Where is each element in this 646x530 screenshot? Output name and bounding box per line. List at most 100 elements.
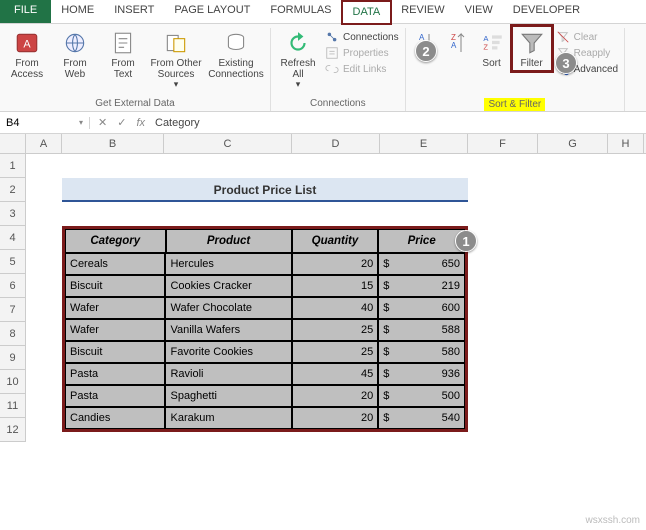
col-header-a[interactable]: A <box>26 134 62 153</box>
cell-category[interactable]: Pasta <box>65 363 165 385</box>
data-table: Category Product Quantity Price Cereals … <box>62 226 468 432</box>
cell-price[interactable]: $540 <box>378 407 465 429</box>
cell-price[interactable]: $936 <box>378 363 465 385</box>
header-product[interactable]: Product <box>166 229 292 253</box>
cell-quantity[interactable]: 45 <box>292 363 379 385</box>
row-header-9[interactable]: 9 <box>0 346 26 370</box>
sort-button[interactable]: AZ Sort <box>476 28 508 69</box>
connections-button[interactable]: Connections <box>325 30 399 44</box>
row-header-6[interactable]: 6 <box>0 274 26 298</box>
cell-quantity[interactable]: 20 <box>292 385 379 407</box>
table-row: Cereals Hercules 20 $650 <box>65 253 465 275</box>
cell-price[interactable]: $600 <box>378 297 465 319</box>
row-header-2[interactable]: 2 <box>0 178 26 202</box>
currency: $ <box>383 390 389 402</box>
row-header-1[interactable]: 1 <box>0 154 26 178</box>
cell-product[interactable]: Spaghetti <box>165 385 291 407</box>
cell-product[interactable]: Vanilla Wafers <box>165 319 291 341</box>
row-header-7[interactable]: 7 <box>0 298 26 322</box>
row-header-4[interactable]: 4 <box>0 226 26 250</box>
tab-data[interactable]: DATA <box>342 1 392 24</box>
fx-icon[interactable]: fx <box>136 117 145 129</box>
svg-text:A: A <box>23 38 31 50</box>
cell-price[interactable]: $650 <box>378 253 465 275</box>
cell-category[interactable]: Wafer <box>65 297 165 319</box>
cell-quantity[interactable]: 25 <box>292 341 379 363</box>
col-header-h[interactable]: H <box>608 134 644 153</box>
cell-quantity[interactable]: 15 <box>292 275 379 297</box>
row-header-8[interactable]: 8 <box>0 322 26 346</box>
cell-price[interactable]: $219 <box>378 275 465 297</box>
cell-product[interactable]: Karakum <box>165 407 291 429</box>
tab-insert[interactable]: INSERT <box>104 0 164 23</box>
sort-za-button[interactable]: ZA <box>444 28 470 62</box>
filter-button[interactable]: Filter <box>514 28 550 69</box>
from-access-button[interactable]: A From Access <box>6 28 48 80</box>
cell-product[interactable]: Wafer Chocolate <box>165 297 291 319</box>
col-header-f[interactable]: F <box>468 134 538 153</box>
cell-category[interactable]: Wafer <box>65 319 165 341</box>
tab-developer[interactable]: DEVELOPER <box>503 0 590 23</box>
header-price[interactable]: Price <box>378 229 465 253</box>
header-quantity[interactable]: Quantity <box>292 229 379 253</box>
refresh-all-button[interactable]: Refresh All ▾ <box>277 28 319 90</box>
title-cell[interactable]: Product Price List <box>62 178 468 202</box>
col-header-e[interactable]: E <box>380 134 468 153</box>
from-web-button[interactable]: From Web <box>54 28 96 80</box>
cancel-icon[interactable]: ✕ <box>98 116 107 129</box>
clear-button[interactable]: Clear <box>556 30 618 44</box>
cell-category[interactable]: Cereals <box>65 253 165 275</box>
cell-product[interactable]: Cookies Cracker <box>165 275 291 297</box>
cell-category[interactable]: Candies <box>65 407 165 429</box>
row-header-10[interactable]: 10 <box>0 370 26 394</box>
row-header-5[interactable]: 5 <box>0 250 26 274</box>
existing-connections-button[interactable]: Existing Connections <box>208 28 264 80</box>
callout-1: 1 <box>455 230 477 252</box>
cell-grid[interactable]: Product Price List Category Product Quan… <box>26 154 646 442</box>
row-header-11[interactable]: 11 <box>0 394 26 418</box>
cell-price[interactable]: $580 <box>378 341 465 363</box>
cell-category[interactable]: Biscuit <box>65 341 165 363</box>
edit-links-button[interactable]: Edit Links <box>325 62 399 76</box>
from-other-sources-button[interactable]: From Other Sources ▾ <box>150 28 202 90</box>
row-header-12[interactable]: 12 <box>0 418 26 442</box>
table-row: Wafer Vanilla Wafers 25 $588 <box>65 319 465 341</box>
cell-quantity[interactable]: 20 <box>292 253 379 275</box>
col-header-g[interactable]: G <box>538 134 608 153</box>
name-box[interactable]: B4 <box>0 117 90 129</box>
tab-page-layout[interactable]: PAGE LAYOUT <box>164 0 260 23</box>
select-all-cell[interactable] <box>0 134 26 153</box>
currency: $ <box>383 346 389 358</box>
tab-formulas[interactable]: FORMULAS <box>260 0 341 23</box>
row-header-3[interactable]: 3 <box>0 202 26 226</box>
cell-quantity[interactable]: 25 <box>292 319 379 341</box>
accept-icon[interactable]: ✓ <box>117 116 126 129</box>
cell-quantity[interactable]: 20 <box>292 407 379 429</box>
tab-file[interactable]: FILE <box>0 0 51 23</box>
connections-icon <box>325 30 339 44</box>
table-row: Pasta Spaghetti 20 $500 <box>65 385 465 407</box>
tab-review[interactable]: REVIEW <box>391 0 454 23</box>
column-headers: A B C D E F G H <box>0 134 646 154</box>
col-header-d[interactable]: D <box>292 134 380 153</box>
price-value: 600 <box>442 302 460 314</box>
formula-value[interactable]: Category <box>155 117 200 129</box>
cell-price[interactable]: $588 <box>378 319 465 341</box>
tab-home[interactable]: HOME <box>51 0 104 23</box>
col-header-c[interactable]: C <box>164 134 292 153</box>
cell-product[interactable]: Ravioli <box>165 363 291 385</box>
cell-quantity[interactable]: 40 <box>292 297 379 319</box>
cell-category[interactable]: Pasta <box>65 385 165 407</box>
properties-button[interactable]: Properties <box>325 46 399 60</box>
from-other-label: From Other Sources <box>150 58 202 80</box>
cell-product[interactable]: Favorite Cookies <box>165 341 291 363</box>
ribbon: A From Access From Web From Text From Ot… <box>0 24 646 112</box>
sort-za-icon: ZA <box>447 30 467 60</box>
from-text-button[interactable]: From Text <box>102 28 144 80</box>
col-header-b[interactable]: B <box>62 134 164 153</box>
cell-category[interactable]: Biscuit <box>65 275 165 297</box>
header-category[interactable]: Category <box>65 229 166 253</box>
tab-view[interactable]: VIEW <box>455 0 503 23</box>
cell-product[interactable]: Hercules <box>165 253 291 275</box>
cell-price[interactable]: $500 <box>378 385 465 407</box>
